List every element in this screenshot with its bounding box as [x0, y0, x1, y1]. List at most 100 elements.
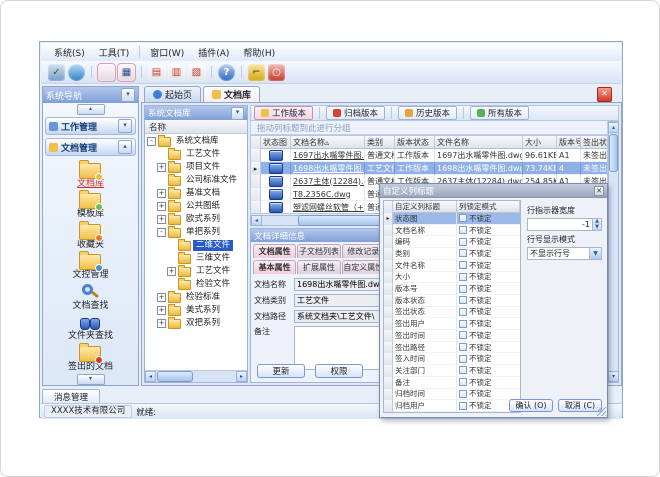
tab-archived-version[interactable]: 归档版本: [326, 106, 385, 120]
detail-subtab[interactable]: 扩展属性: [297, 260, 340, 274]
scroll-right-icon[interactable]: ▸: [236, 371, 247, 382]
field-value[interactable]: 工艺文件: [294, 294, 384, 307]
grid-row[interactable]: 关注部门不锁定: [384, 365, 520, 377]
grid-row[interactable]: 签出状态不锁定: [384, 307, 520, 319]
sidebar-group-work[interactable]: 工作管理 ▾: [45, 117, 136, 135]
cancel-button[interactable]: 取消 (C): [558, 399, 602, 412]
grid-row[interactable]: 文档名称不锁定: [384, 225, 520, 237]
expand-icon[interactable]: +: [157, 215, 166, 224]
tree-item[interactable]: 检验文件: [145, 278, 247, 291]
tree-item[interactable]: 公司标准文件: [145, 174, 247, 187]
expand-icon[interactable]: +: [167, 267, 176, 276]
sidebar-item-document-library[interactable]: 文档库: [77, 159, 104, 190]
column-header[interactable]: 类别: [365, 136, 395, 149]
pin-icon[interactable]: ▾: [231, 107, 244, 120]
scroll-down-icon[interactable]: ▾: [608, 371, 619, 382]
grid-row[interactable]: 签入时间不锁定: [384, 353, 520, 365]
table-row[interactable]: 1697出水嘴零件图.dwg普通文档工作版本1697出水嘴零件图.dwg96.6…: [251, 149, 607, 162]
tree-item[interactable]: +检验标准: [145, 291, 247, 304]
tab-history-version[interactable]: 历史版本: [398, 106, 457, 120]
resize-grip[interactable]: [597, 407, 606, 416]
column-header[interactable]: 版本号: [557, 136, 581, 149]
row-indicator-width-stepper[interactable]: -1 ▲▼: [527, 218, 602, 231]
menu-item-5[interactable]: 帮助(H): [236, 44, 282, 61]
column-header[interactable]: 大小: [523, 136, 557, 149]
checkbox-unchecked-icon[interactable]: [459, 343, 467, 351]
expand-icon[interactable]: +: [157, 189, 166, 198]
sidebar-item-doc-control[interactable]: 文控管理: [72, 251, 108, 282]
grid-row[interactable]: 归档用户不锁定: [384, 400, 520, 412]
tab-document-library[interactable]: 文档库: [203, 86, 260, 102]
grid-row[interactable]: 类别不锁定: [384, 248, 520, 260]
tree-item[interactable]: +工艺文件: [145, 265, 247, 278]
column-header[interactable]: 列锁定模式: [457, 201, 520, 213]
grid-row[interactable]: ▸状态图不锁定: [384, 213, 520, 225]
menu-item-1[interactable]: 系统(S): [47, 44, 92, 61]
column-header[interactable]: 文档名称 ▵: [291, 136, 365, 149]
checkbox-unchecked-icon[interactable]: [459, 214, 467, 222]
chevron-up-icon[interactable]: ▴: [118, 140, 132, 154]
exit-icon[interactable]: ○: [268, 64, 285, 81]
table-vertical-scrollbar[interactable]: ▴ ▾: [608, 121, 619, 383]
sidebar-item-folder-search[interactable]: 文件夹查找: [68, 312, 113, 343]
field-value[interactable]: 1698出水嘴零件图.dwg: [294, 278, 384, 291]
collapse-icon[interactable]: -: [157, 228, 166, 237]
tree-item[interactable]: -单把系列: [145, 226, 247, 239]
tree-item[interactable]: +基准文档: [145, 187, 247, 200]
lock-icon[interactable]: ⌐: [248, 64, 265, 81]
grid-row[interactable]: 版本状态不锁定: [384, 295, 520, 307]
checkbox-unchecked-icon[interactable]: [459, 366, 467, 374]
tree-item[interactable]: 三维文件: [145, 252, 247, 265]
scroll-up-icon[interactable]: ▴: [608, 122, 619, 133]
checkbox-unchecked-icon[interactable]: [459, 390, 467, 398]
collapse-icon[interactable]: -: [147, 137, 156, 146]
expand-icon[interactable]: +: [157, 306, 166, 315]
checkbox-unchecked-icon[interactable]: [459, 249, 467, 257]
permission-button[interactable]: 权限: [315, 364, 363, 378]
grid-row[interactable]: 文件名称不锁定: [384, 260, 520, 272]
folder-views-icon[interactable]: ▦: [118, 64, 135, 81]
open-folder-icon[interactable]: [98, 64, 115, 81]
tab-working-version[interactable]: 工作版本: [254, 106, 313, 120]
checkbox-unchecked-icon[interactable]: [459, 238, 467, 246]
detail-subtab[interactable]: 基本属性: [253, 260, 296, 274]
grid-row[interactable]: 签出用户不锁定: [384, 318, 520, 330]
checkbox-unchecked-icon[interactable]: [459, 273, 467, 281]
checkbox-unchecked-icon[interactable]: [459, 226, 467, 234]
checkbox-unchecked-icon[interactable]: [459, 285, 467, 293]
scrollbar-thumb[interactable]: [609, 134, 618, 172]
tab-message-management[interactable]: 消息管理: [42, 389, 100, 403]
grid-row[interactable]: 版本号不锁定: [384, 283, 520, 295]
sidebar-group-document[interactable]: 文档管理 ▴: [45, 138, 136, 156]
tree-item[interactable]: +美式系列: [145, 304, 247, 317]
menu-item-3[interactable]: 窗口(W): [143, 44, 191, 61]
tree-horizontal-scrollbar[interactable]: ◂ ▸: [145, 370, 247, 382]
close-icon[interactable]: ✕: [594, 186, 604, 196]
checkbox-unchecked-icon[interactable]: [459, 320, 467, 328]
tree-item[interactable]: +项目文件: [145, 161, 247, 174]
checkbox-unchecked-icon[interactable]: [459, 402, 467, 410]
help-icon[interactable]: ?: [218, 64, 235, 81]
connect-server-icon[interactable]: ✓: [48, 64, 65, 81]
grid-row[interactable]: 签出时间不锁定: [384, 330, 520, 342]
update-button[interactable]: 更新: [257, 364, 305, 378]
detail-tab[interactable]: 文档属性: [253, 244, 296, 258]
grid-row[interactable]: 大小不锁定: [384, 272, 520, 284]
field-value[interactable]: 系统文档夹\工艺文件\: [294, 310, 384, 323]
grid-row[interactable]: 编码不锁定: [384, 236, 520, 248]
tab-all-versions[interactable]: 所有版本: [470, 106, 529, 120]
group-by-bar[interactable]: 拖动列标题到此进行分组: [250, 121, 608, 135]
menu-item-2[interactable]: 工具(T): [92, 44, 137, 61]
sidebar-item-template-library[interactable]: 模板库: [77, 190, 104, 221]
tree-item[interactable]: 二维文件: [145, 239, 247, 252]
column-header[interactable]: 状态图: [261, 136, 291, 149]
checkbox-unchecked-icon[interactable]: [459, 308, 467, 316]
close-icon[interactable]: ✕: [597, 87, 612, 102]
scroll-left-icon[interactable]: ◂: [251, 215, 262, 226]
network-globe-icon[interactable]: [68, 64, 85, 81]
scroll-left-icon[interactable]: ◂: [145, 371, 156, 382]
grid-row[interactable]: 签出路径不锁定: [384, 342, 520, 354]
checkin-document-icon[interactable]: ▤: [148, 64, 165, 81]
menu-item-4[interactable]: 插件(A): [191, 44, 236, 61]
expand-icon[interactable]: +: [157, 319, 166, 328]
